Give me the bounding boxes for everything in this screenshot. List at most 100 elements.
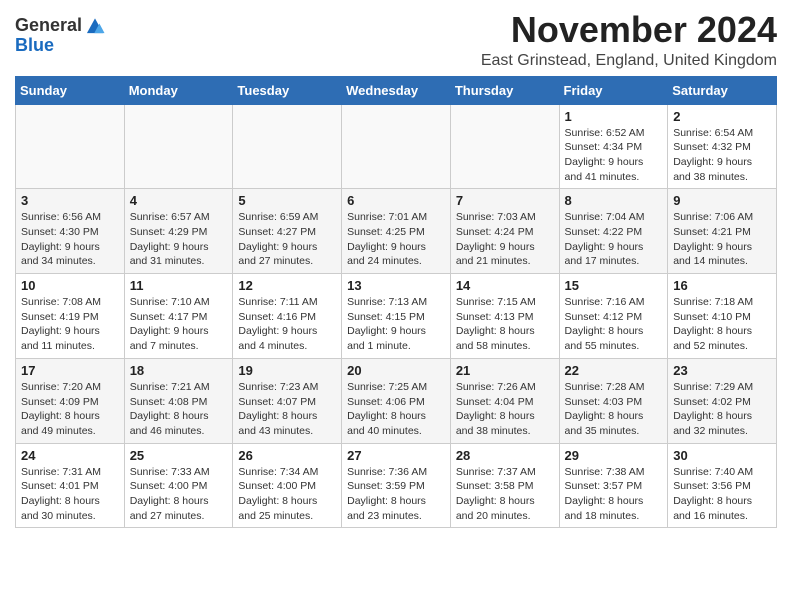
table-row: 21 Sunrise: 7:26 AM Sunset: 4:04 PM Dayli… bbox=[450, 358, 559, 443]
calendar-header-row: Sunday Monday Tuesday Wednesday Thursday… bbox=[16, 76, 777, 104]
day-number: 19 bbox=[238, 363, 336, 378]
day-info: Sunrise: 6:56 AM Sunset: 4:30 PM Dayligh… bbox=[21, 210, 119, 269]
table-row bbox=[16, 104, 125, 189]
day-info: Sunrise: 7:11 AM Sunset: 4:16 PM Dayligh… bbox=[238, 295, 336, 354]
day-info: Sunrise: 7:21 AM Sunset: 4:08 PM Dayligh… bbox=[130, 380, 228, 439]
table-row: 10Sunrise: 7:08 AM Sunset: 4:19 PM Dayli… bbox=[16, 274, 125, 359]
day-number: 13 bbox=[347, 278, 445, 293]
table-row: 22 Sunrise: 7:28 AM Sunset: 4:03 PM Dayli… bbox=[559, 358, 668, 443]
day-number: 17 bbox=[21, 363, 119, 378]
month-title: November 2024 bbox=[481, 10, 777, 50]
day-info: Sunrise: 6:52 AM Sunset: 4:34 PM Dayligh… bbox=[565, 126, 663, 185]
day-number: 7 bbox=[456, 193, 554, 208]
calendar-week-row: 3 Sunrise: 6:56 AM Sunset: 4:30 PM Daylig… bbox=[16, 189, 777, 274]
day-info: Sunrise: 7:20 AM Sunset: 4:09 PM Dayligh… bbox=[21, 380, 119, 439]
table-row: 15Sunrise: 7:16 AM Sunset: 4:12 PM Dayli… bbox=[559, 274, 668, 359]
col-saturday: Saturday bbox=[668, 76, 777, 104]
logo-icon bbox=[84, 14, 106, 36]
table-row: 26 Sunrise: 7:34 AM Sunset: 4:00 PM Dayli… bbox=[233, 443, 342, 528]
table-row: 13Sunrise: 7:13 AM Sunset: 4:15 PM Dayli… bbox=[342, 274, 451, 359]
table-row: 11Sunrise: 7:10 AM Sunset: 4:17 PM Dayli… bbox=[124, 274, 233, 359]
day-number: 30 bbox=[673, 448, 771, 463]
day-info: Sunrise: 7:18 AM Sunset: 4:10 PM Dayligh… bbox=[673, 295, 771, 354]
table-row: 9 Sunrise: 7:06 AM Sunset: 4:21 PM Daylig… bbox=[668, 189, 777, 274]
table-row: 7 Sunrise: 7:03 AM Sunset: 4:24 PM Daylig… bbox=[450, 189, 559, 274]
table-row: 24 Sunrise: 7:31 AM Sunset: 4:01 PM Dayli… bbox=[16, 443, 125, 528]
calendar-week-row: 1 Sunrise: 6:52 AM Sunset: 4:34 PM Daylig… bbox=[16, 104, 777, 189]
table-row: 1 Sunrise: 6:52 AM Sunset: 4:34 PM Daylig… bbox=[559, 104, 668, 189]
day-info: Sunrise: 7:33 AM Sunset: 4:00 PM Dayligh… bbox=[130, 465, 228, 524]
table-row: 30 Sunrise: 7:40 AM Sunset: 3:56 PM Dayli… bbox=[668, 443, 777, 528]
day-number: 28 bbox=[456, 448, 554, 463]
calendar-week-row: 17 Sunrise: 7:20 AM Sunset: 4:09 PM Dayli… bbox=[16, 358, 777, 443]
table-row: 4 Sunrise: 6:57 AM Sunset: 4:29 PM Daylig… bbox=[124, 189, 233, 274]
title-area: November 2024 East Grinstead, England, U… bbox=[481, 10, 777, 70]
table-row bbox=[233, 104, 342, 189]
day-number: 18 bbox=[130, 363, 228, 378]
day-info: Sunrise: 7:23 AM Sunset: 4:07 PM Dayligh… bbox=[238, 380, 336, 439]
day-number: 23 bbox=[673, 363, 771, 378]
col-monday: Monday bbox=[124, 76, 233, 104]
day-number: 26 bbox=[238, 448, 336, 463]
table-row: 16Sunrise: 7:18 AM Sunset: 4:10 PM Dayli… bbox=[668, 274, 777, 359]
table-row: 19 Sunrise: 7:23 AM Sunset: 4:07 PM Dayli… bbox=[233, 358, 342, 443]
day-info: Sunrise: 6:57 AM Sunset: 4:29 PM Dayligh… bbox=[130, 210, 228, 269]
table-row: 18 Sunrise: 7:21 AM Sunset: 4:08 PM Dayli… bbox=[124, 358, 233, 443]
col-friday: Friday bbox=[559, 76, 668, 104]
calendar-table: Sunday Monday Tuesday Wednesday Thursday… bbox=[15, 76, 777, 529]
table-row: 28 Sunrise: 7:37 AM Sunset: 3:58 PM Dayli… bbox=[450, 443, 559, 528]
location-subtitle: East Grinstead, England, United Kingdom bbox=[481, 52, 777, 70]
day-number: 6 bbox=[347, 193, 445, 208]
col-tuesday: Tuesday bbox=[233, 76, 342, 104]
table-row: 5Sunrise: 6:59 AM Sunset: 4:27 PM Daylig… bbox=[233, 189, 342, 274]
day-info: Sunrise: 7:34 AM Sunset: 4:00 PM Dayligh… bbox=[238, 465, 336, 524]
day-number: 5 bbox=[238, 193, 336, 208]
table-row: 14Sunrise: 7:15 AM Sunset: 4:13 PM Dayli… bbox=[450, 274, 559, 359]
day-info: Sunrise: 7:37 AM Sunset: 3:58 PM Dayligh… bbox=[456, 465, 554, 524]
day-number: 2 bbox=[673, 109, 771, 124]
day-number: 15 bbox=[565, 278, 663, 293]
day-info: Sunrise: 7:01 AM Sunset: 4:25 PM Dayligh… bbox=[347, 210, 445, 269]
day-number: 20 bbox=[347, 363, 445, 378]
logo: General Blue bbox=[15, 14, 106, 56]
col-wednesday: Wednesday bbox=[342, 76, 451, 104]
day-info: Sunrise: 6:54 AM Sunset: 4:32 PM Dayligh… bbox=[673, 126, 771, 185]
day-info: Sunrise: 7:15 AM Sunset: 4:13 PM Dayligh… bbox=[456, 295, 554, 354]
day-info: Sunrise: 7:36 AM Sunset: 3:59 PM Dayligh… bbox=[347, 465, 445, 524]
table-row: 6 Sunrise: 7:01 AM Sunset: 4:25 PM Daylig… bbox=[342, 189, 451, 274]
table-row: 17 Sunrise: 7:20 AM Sunset: 4:09 PM Dayli… bbox=[16, 358, 125, 443]
day-number: 24 bbox=[21, 448, 119, 463]
day-number: 1 bbox=[565, 109, 663, 124]
table-row: 3 Sunrise: 6:56 AM Sunset: 4:30 PM Daylig… bbox=[16, 189, 125, 274]
table-row: 20 Sunrise: 7:25 AM Sunset: 4:06 PM Dayli… bbox=[342, 358, 451, 443]
logo-blue-text: Blue bbox=[15, 35, 54, 55]
calendar-week-row: 10Sunrise: 7:08 AM Sunset: 4:19 PM Dayli… bbox=[16, 274, 777, 359]
table-row: 12 Sunrise: 7:11 AM Sunset: 4:16 PM Dayli… bbox=[233, 274, 342, 359]
day-info: Sunrise: 7:31 AM Sunset: 4:01 PM Dayligh… bbox=[21, 465, 119, 524]
day-number: 22 bbox=[565, 363, 663, 378]
day-info: Sunrise: 7:10 AM Sunset: 4:17 PM Dayligh… bbox=[130, 295, 228, 354]
day-info: Sunrise: 7:29 AM Sunset: 4:02 PM Dayligh… bbox=[673, 380, 771, 439]
day-info: Sunrise: 7:28 AM Sunset: 4:03 PM Dayligh… bbox=[565, 380, 663, 439]
day-number: 10 bbox=[21, 278, 119, 293]
day-info: Sunrise: 7:04 AM Sunset: 4:22 PM Dayligh… bbox=[565, 210, 663, 269]
table-row: 27 Sunrise: 7:36 AM Sunset: 3:59 PM Dayli… bbox=[342, 443, 451, 528]
day-info: Sunrise: 7:26 AM Sunset: 4:04 PM Dayligh… bbox=[456, 380, 554, 439]
day-number: 27 bbox=[347, 448, 445, 463]
header: General Blue November 2024 East Grinstea… bbox=[15, 10, 777, 70]
day-number: 12 bbox=[238, 278, 336, 293]
day-number: 9 bbox=[673, 193, 771, 208]
col-thursday: Thursday bbox=[450, 76, 559, 104]
day-info: Sunrise: 7:40 AM Sunset: 3:56 PM Dayligh… bbox=[673, 465, 771, 524]
table-row: 23 Sunrise: 7:29 AM Sunset: 4:02 PM Dayli… bbox=[668, 358, 777, 443]
table-row bbox=[342, 104, 451, 189]
day-number: 4 bbox=[130, 193, 228, 208]
table-row bbox=[124, 104, 233, 189]
day-number: 8 bbox=[565, 193, 663, 208]
day-info: Sunrise: 7:03 AM Sunset: 4:24 PM Dayligh… bbox=[456, 210, 554, 269]
day-info: Sunrise: 7:06 AM Sunset: 4:21 PM Dayligh… bbox=[673, 210, 771, 269]
day-info: Sunrise: 7:25 AM Sunset: 4:06 PM Dayligh… bbox=[347, 380, 445, 439]
day-number: 3 bbox=[21, 193, 119, 208]
day-number: 21 bbox=[456, 363, 554, 378]
day-number: 25 bbox=[130, 448, 228, 463]
